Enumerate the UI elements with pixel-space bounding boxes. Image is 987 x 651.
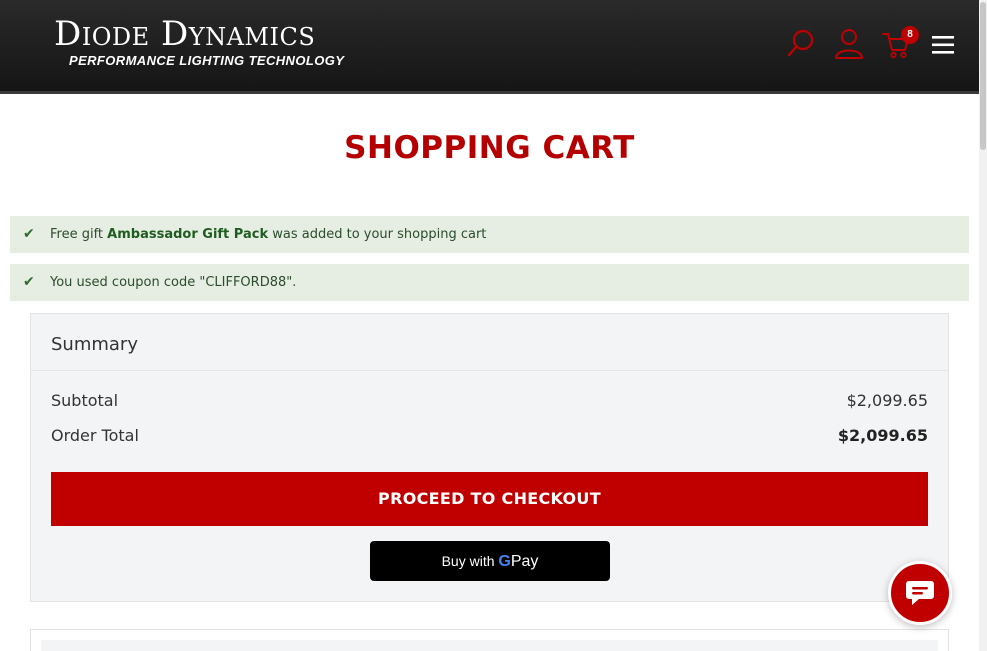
check-icon: ✔ xyxy=(23,226,35,242)
gift-added-message: ✔ Free gift Ambassador Gift Pack was add… xyxy=(10,216,969,253)
check-icon: ✔ xyxy=(23,274,35,290)
coupon-message-text: You used coupon code "CLIFFORD88". xyxy=(50,275,297,290)
scrollbar[interactable] xyxy=(979,0,987,651)
order-summary: Summary Subtotal $2,099.65 Order Total $… xyxy=(30,313,949,602)
logo-tagline: PERFORMANCE LIGHTING TECHNOLOGY xyxy=(69,53,345,68)
cart-count-badge: 8 xyxy=(901,26,919,44)
subtotal-value: $2,099.65 xyxy=(846,391,928,410)
cart-items-header xyxy=(41,640,938,651)
order-total-value: $2,099.65 xyxy=(837,426,928,445)
gpay-pay-text: Pay xyxy=(510,553,539,570)
page: Diode Dynamics PERFORMANCE LIGHTING TECH… xyxy=(0,0,987,651)
google-g-icon: G xyxy=(498,553,511,570)
cart-items-panel xyxy=(30,629,949,651)
summary-divider xyxy=(31,370,948,371)
proceed-to-checkout-button[interactable]: PROCEED TO CHECKOUT xyxy=(51,472,928,526)
coupon-message: ✔ You used coupon code "CLIFFORD88". xyxy=(10,264,969,301)
site-header: Diode Dynamics PERFORMANCE LIGHTING TECH… xyxy=(0,0,979,94)
gift-message-suffix: was added to your shopping cart xyxy=(268,227,487,242)
logo[interactable]: Diode Dynamics PERFORMANCE LIGHTING TECH… xyxy=(54,14,344,68)
user-icon[interactable] xyxy=(834,28,864,64)
subtotal-label: Subtotal xyxy=(51,391,119,410)
gift-name: Ambassador Gift Pack xyxy=(107,227,269,242)
page-title: SHOPPING CART xyxy=(344,130,635,166)
chat-icon xyxy=(906,581,934,605)
logo-main-text: Diode Dynamics xyxy=(54,14,316,54)
gpay-prefix: Buy with xyxy=(441,553,495,569)
summary-title: Summary xyxy=(51,334,138,355)
menu-icon[interactable] xyxy=(931,35,955,59)
scrollbar-thumb[interactable] xyxy=(980,2,986,150)
search-icon[interactable] xyxy=(787,28,815,62)
chat-button[interactable] xyxy=(888,561,952,625)
gift-message-prefix: Free gift xyxy=(50,227,108,242)
order-total-label: Order Total xyxy=(51,426,139,445)
google-pay-button[interactable]: Buy with GPay xyxy=(370,541,610,581)
